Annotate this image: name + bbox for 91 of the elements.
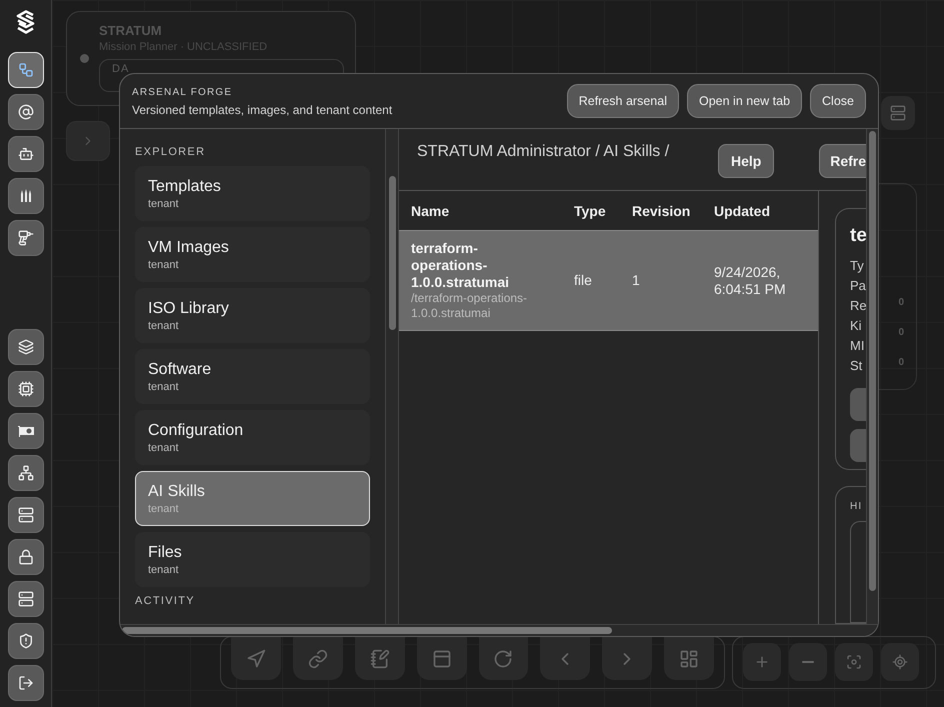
detail-label: Ki bbox=[850, 317, 863, 335]
logout-icon bbox=[18, 675, 34, 691]
zoom-button[interactable] bbox=[835, 643, 873, 681]
breadcrumb: STRATUM Administrator / AI Skills / bbox=[417, 143, 670, 161]
column-header[interactable]: Revision bbox=[632, 202, 714, 218]
logo-icon bbox=[14, 10, 36, 34]
file-path: /terraform-operations-1.0.0.stratumai bbox=[411, 291, 528, 321]
server-icon bbox=[890, 105, 906, 121]
explorer-item[interactable]: Files tenant bbox=[135, 532, 370, 587]
focus-icon bbox=[846, 654, 862, 670]
rail-button[interactable] bbox=[8, 413, 44, 449]
status-dot bbox=[80, 54, 89, 63]
tool-button[interactable] bbox=[664, 637, 714, 680]
dashboard-icon bbox=[679, 648, 700, 668]
tool-button[interactable] bbox=[354, 637, 405, 680]
table-cell-text: 1 bbox=[632, 272, 641, 289]
zoom-in-icon bbox=[754, 654, 770, 670]
tool-button[interactable] bbox=[231, 637, 281, 680]
rail-button[interactable] bbox=[8, 665, 44, 701]
shield-alert-icon bbox=[18, 633, 34, 649]
rail-button[interactable] bbox=[8, 220, 44, 256]
explorer-heading: EXPLORER bbox=[135, 146, 206, 158]
refresh-button[interactable]: Refre bbox=[819, 144, 866, 178]
zoom-button[interactable] bbox=[743, 643, 781, 681]
rail-button[interactable] bbox=[8, 371, 44, 407]
activity-heading: ACTIVITY bbox=[135, 595, 196, 607]
rail-button[interactable] bbox=[8, 94, 44, 130]
history-heading: HI bbox=[850, 501, 864, 512]
header-button[interactable]: Open in new tab bbox=[686, 84, 802, 118]
lock-icon bbox=[18, 549, 34, 565]
column-header[interactable]: Name bbox=[411, 202, 574, 218]
table-cell-text: 9/24/2026, 6:04:51 PM bbox=[714, 264, 787, 298]
column-header[interactable]: Updated bbox=[714, 202, 818, 218]
tool-button[interactable] bbox=[292, 637, 343, 680]
detail-label: Ty bbox=[850, 257, 865, 275]
explorer-item[interactable]: Software tenant bbox=[135, 349, 370, 404]
explorer-item[interactable]: AI Skills tenant bbox=[135, 471, 370, 526]
tool-button[interactable] bbox=[478, 637, 528, 680]
explorer-item[interactable]: Templates tenant bbox=[135, 166, 370, 221]
locate-icon bbox=[892, 654, 908, 670]
tool-button[interactable] bbox=[416, 637, 466, 680]
rail-button[interactable] bbox=[8, 581, 44, 617]
table-cell-text: file bbox=[574, 272, 593, 289]
link-icon bbox=[308, 648, 328, 668]
server-icon bbox=[18, 507, 34, 523]
help-button[interactable]: Help bbox=[718, 144, 774, 178]
explorer-item[interactable]: ISO Library tenant bbox=[135, 288, 370, 343]
dialog-subtitle: Versioned templates, images, and tenant content bbox=[132, 103, 392, 117]
column-header[interactable]: Type bbox=[574, 202, 632, 218]
scrollbar-thumb[interactable] bbox=[869, 131, 876, 591]
detail-label: MI bbox=[850, 337, 866, 355]
rail-button[interactable] bbox=[8, 497, 44, 533]
server-icon bbox=[18, 591, 34, 607]
window-icon bbox=[432, 648, 452, 668]
table-row[interactable]: terraform-operations-1.0.0.stratumai /terraform-operations-1.0.0.stratumai file 1 9/24/2026, 6:04:51 PM bbox=[399, 230, 818, 331]
note-pen-icon bbox=[370, 648, 390, 668]
zoom-button[interactable] bbox=[881, 643, 919, 681]
rail-button[interactable] bbox=[8, 623, 44, 659]
workflow-icon bbox=[18, 62, 34, 78]
file-name: terraform-operations-1.0.0.stratumai bbox=[411, 240, 510, 291]
rail-button[interactable] bbox=[8, 136, 44, 172]
dialog-eyebrow: ARSENAL FORGE bbox=[132, 87, 234, 98]
navigation-arrow-icon bbox=[246, 648, 266, 668]
graphics-card-icon bbox=[16, 424, 34, 438]
explorer-item[interactable]: Configuration tenant bbox=[135, 410, 370, 465]
network-icon bbox=[18, 465, 34, 481]
refresh-icon bbox=[493, 648, 514, 668]
scrollbar-thumb[interactable] bbox=[122, 627, 612, 634]
rail-button[interactable] bbox=[8, 455, 44, 491]
chip-icon bbox=[18, 381, 34, 397]
layers-icon bbox=[18, 339, 34, 355]
header-button[interactable]: Close bbox=[810, 84, 866, 118]
server-button[interactable] bbox=[881, 96, 915, 130]
robot-icon bbox=[18, 146, 34, 162]
header-button[interactable]: Refresh arsenal bbox=[566, 84, 679, 118]
at-sign-icon bbox=[18, 104, 34, 120]
detail-button[interactable] bbox=[850, 388, 866, 421]
detail-label: Re bbox=[850, 297, 866, 315]
drill-icon bbox=[18, 230, 34, 246]
side-value: 0 bbox=[898, 297, 904, 308]
explorer-item[interactable]: VM Images tenant bbox=[135, 227, 370, 282]
scrollbar-thumb[interactable] bbox=[388, 176, 396, 330]
rail-button[interactable] bbox=[8, 329, 44, 365]
rail-button[interactable] bbox=[8, 539, 44, 575]
detail-label: St bbox=[850, 357, 864, 375]
side-value: 0 bbox=[898, 327, 904, 338]
detail-title: te bbox=[850, 225, 866, 247]
detail-button[interactable] bbox=[850, 429, 866, 462]
detail-label: Pa bbox=[850, 277, 866, 295]
side-value: 0 bbox=[898, 357, 904, 368]
rail-button[interactable] bbox=[8, 178, 44, 214]
